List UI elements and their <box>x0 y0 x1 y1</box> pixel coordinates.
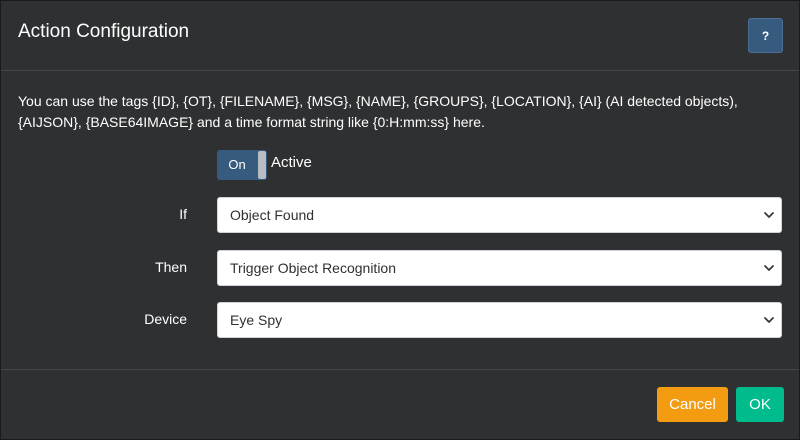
toggle-knob[interactable] <box>258 151 266 179</box>
then-select[interactable]: Trigger Object Recognition <box>217 250 782 286</box>
cancel-button[interactable]: Cancel <box>657 387 728 422</box>
then-label: Then <box>155 259 187 275</box>
device-label: Device <box>144 311 187 327</box>
if-row: If Object Found <box>1 197 800 233</box>
chevron-down-icon <box>764 317 774 323</box>
active-label: Active <box>271 153 312 171</box>
chevron-down-icon <box>764 212 774 218</box>
device-row: Device Eye Spy <box>1 302 800 338</box>
device-select[interactable]: Eye Spy <box>217 302 782 338</box>
if-select-value: Object Found <box>230 207 315 223</box>
if-select[interactable]: Object Found <box>217 197 782 233</box>
tags-info-text: You can use the tags {ID}, {OT}, {FILENA… <box>18 93 738 130</box>
toggle-state-label: On <box>228 157 246 172</box>
action-configuration-dialog: Action Configuration ? You can use the t… <box>0 0 800 440</box>
active-toggle-row: On Active <box>217 150 312 180</box>
dialog-footer: Cancel OK <box>1 370 799 439</box>
active-toggle[interactable]: On <box>217 150 267 180</box>
ok-button[interactable]: OK <box>736 387 784 422</box>
chevron-down-icon <box>764 265 774 271</box>
if-label: If <box>179 206 187 222</box>
dialog-title: Action Configuration <box>18 21 190 42</box>
dialog-body: You can use the tags {ID}, {OT}, {FILENA… <box>1 71 799 370</box>
then-select-value: Trigger Object Recognition <box>230 260 397 276</box>
device-select-value: Eye Spy <box>230 312 283 328</box>
then-row: Then Trigger Object Recognition <box>1 250 800 286</box>
help-button[interactable]: ? <box>748 18 783 53</box>
dialog-header: Action Configuration ? <box>1 1 799 71</box>
